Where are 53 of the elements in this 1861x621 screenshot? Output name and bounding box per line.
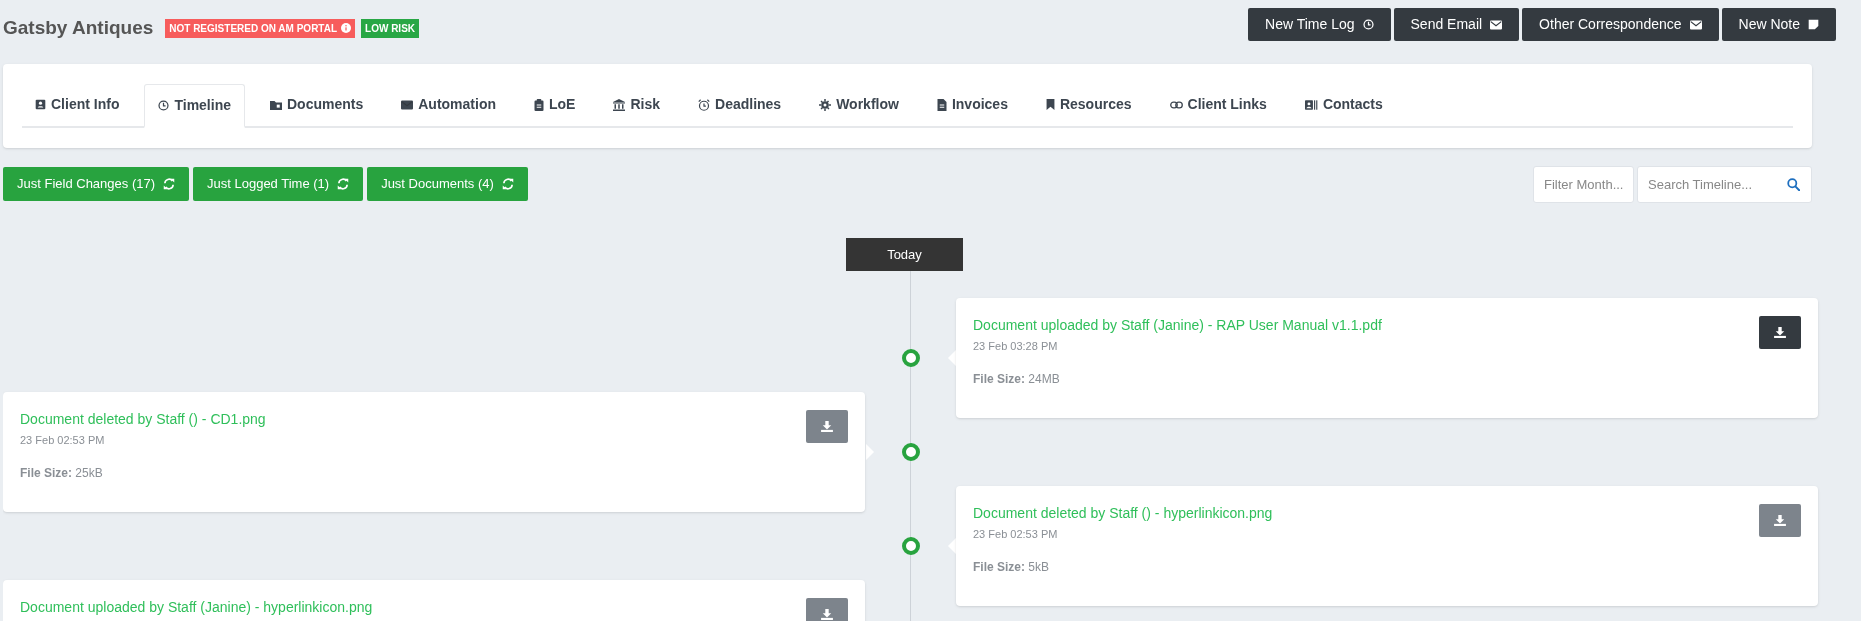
tab[interactable]: Resources: [1032, 83, 1145, 126]
tab[interactable]: Timeline: [144, 83, 245, 128]
bookmark-icon: [1045, 99, 1055, 110]
file-size: File Size: 24MB: [973, 371, 1061, 388]
gear-icon: [819, 98, 832, 111]
clock-icon: [1362, 19, 1374, 30]
clipboard-icon: [534, 98, 544, 111]
entry-time: 23 Feb 02:53 PM: [20, 432, 106, 448]
tab[interactable]: Client Info: [22, 83, 133, 126]
refresh-icon: [337, 178, 350, 190]
today-marker: Today: [846, 237, 963, 271]
tab[interactable]: LoE: [521, 83, 589, 126]
search-field[interactable]: Search Timeline...: [1637, 165, 1812, 203]
filter-month-field[interactable]: Filter Month...: [1533, 165, 1634, 203]
entry-time: 23 Feb 02:53 PM: [973, 526, 1059, 542]
tab[interactable]: Client Links: [1156, 83, 1280, 126]
file-size: File Size: 5kB: [973, 559, 1051, 576]
file-size: File Size: 25kB: [20, 465, 104, 482]
client-name: Gatsby Antiques: [3, 16, 154, 40]
file-icon: [936, 98, 947, 111]
envelope-icon: [1689, 19, 1702, 30]
tab[interactable]: Risk: [600, 83, 673, 126]
download-icon: [1774, 326, 1786, 338]
tab[interactable]: Deadlines: [685, 83, 795, 126]
contact-card-icon: [1304, 99, 1318, 110]
refresh-icon: [163, 178, 175, 190]
clock-icon: [158, 99, 170, 111]
note-icon: [1808, 19, 1819, 30]
action-button[interactable]: Send Email: [1393, 8, 1520, 41]
envelope-icon: [401, 99, 414, 110]
action-button[interactable]: Other Correspondence: [1522, 8, 1719, 41]
action-button[interactable]: New Note: [1721, 8, 1836, 41]
search-icon: [1787, 177, 1800, 191]
status-badge: NOT REGISTERED ON AM PORTAL: [165, 18, 356, 38]
refresh-icon: [501, 178, 514, 190]
download-icon: [821, 420, 833, 432]
tab[interactable]: Documents: [257, 83, 377, 126]
link-icon: [1169, 100, 1183, 109]
tab[interactable]: Workflow: [806, 83, 912, 126]
envelope-icon: [1490, 19, 1503, 30]
download-icon: [1774, 514, 1786, 526]
entry-time: 23 Feb 03:28 PM: [973, 338, 1059, 354]
alarm-clock-icon: [698, 98, 710, 111]
tab[interactable]: Contacts: [1291, 83, 1396, 126]
bank-icon: [613, 98, 626, 111]
tab[interactable]: Invoices: [923, 83, 1021, 126]
folder-icon: [270, 99, 282, 110]
status-badge: LOW RISK: [361, 18, 420, 38]
id-card-icon: [35, 99, 46, 110]
download-button[interactable]: [1759, 315, 1801, 349]
tab[interactable]: Automation: [388, 83, 509, 126]
download-icon: [821, 608, 833, 620]
action-button[interactable]: New Time Log: [1248, 8, 1391, 41]
